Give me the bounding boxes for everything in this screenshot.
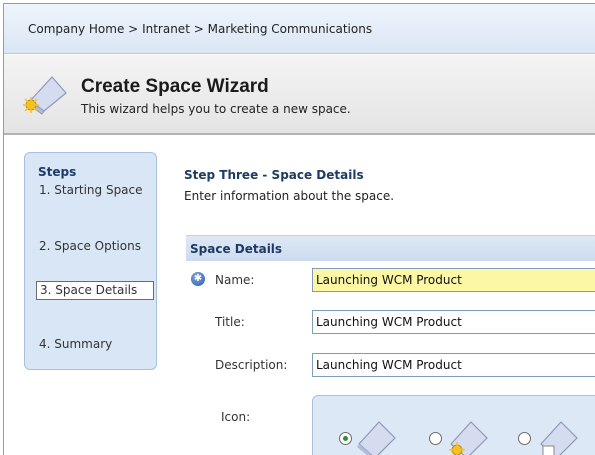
page-subtitle: This wizard helps you to create a new sp… — [81, 102, 351, 116]
space-wizard-icon — [23, 76, 67, 115]
icon-option-radio-1[interactable] — [339, 432, 352, 445]
steps-title: Steps — [38, 165, 77, 179]
step-description: Enter information about the space. — [184, 189, 395, 203]
title-field[interactable] — [312, 310, 595, 334]
title-label: Title: — [215, 315, 245, 329]
step-space-details[interactable]: 3. Space Details — [36, 281, 154, 300]
step-summary[interactable]: 4. Summary — [36, 337, 146, 352]
description-field[interactable] — [312, 353, 595, 377]
icon-option-radio-2[interactable] — [429, 432, 442, 445]
required-asterisk-icon: ✱ — [191, 272, 205, 286]
icon-label: Icon: — [221, 410, 251, 424]
space-icon-plain[interactable] — [355, 416, 399, 455]
wizard-window: Company Home > Intranet > Marketing Comm… — [3, 3, 595, 455]
steps-panel: Steps 1. Starting Space 2. Space Options… — [24, 152, 157, 370]
breadcrumb-item-company-home[interactable]: Company Home — [28, 22, 124, 36]
page-title: Create Space Wizard — [81, 76, 269, 97]
breadcrumb-separator: > — [128, 21, 139, 36]
description-label: Description: — [215, 358, 288, 372]
icon-picker — [312, 395, 595, 455]
space-icon-star[interactable] — [447, 416, 491, 455]
step-space-options[interactable]: 2. Space Options — [36, 239, 146, 254]
space-icon-document[interactable] — [537, 416, 581, 455]
wizard-header: Create Space Wizard This wizard helps yo… — [4, 55, 595, 135]
name-label: Name: — [215, 273, 255, 287]
breadcrumb: Company Home > Intranet > Marketing Comm… — [4, 4, 595, 54]
breadcrumb-separator: > — [193, 21, 204, 36]
step-heading: Step Three - Space Details — [184, 168, 364, 182]
name-field[interactable] — [312, 268, 595, 292]
section-header: Space Details — [186, 235, 595, 261]
step-starting-space[interactable]: 1. Starting Space — [36, 183, 146, 198]
breadcrumb-item-marketing-communications[interactable]: Marketing Communications — [208, 22, 372, 36]
icon-option-radio-3[interactable] — [518, 432, 531, 445]
breadcrumb-item-intranet[interactable]: Intranet — [142, 22, 190, 36]
main-content: Step Three - Space Details Enter informa… — [175, 152, 595, 455]
